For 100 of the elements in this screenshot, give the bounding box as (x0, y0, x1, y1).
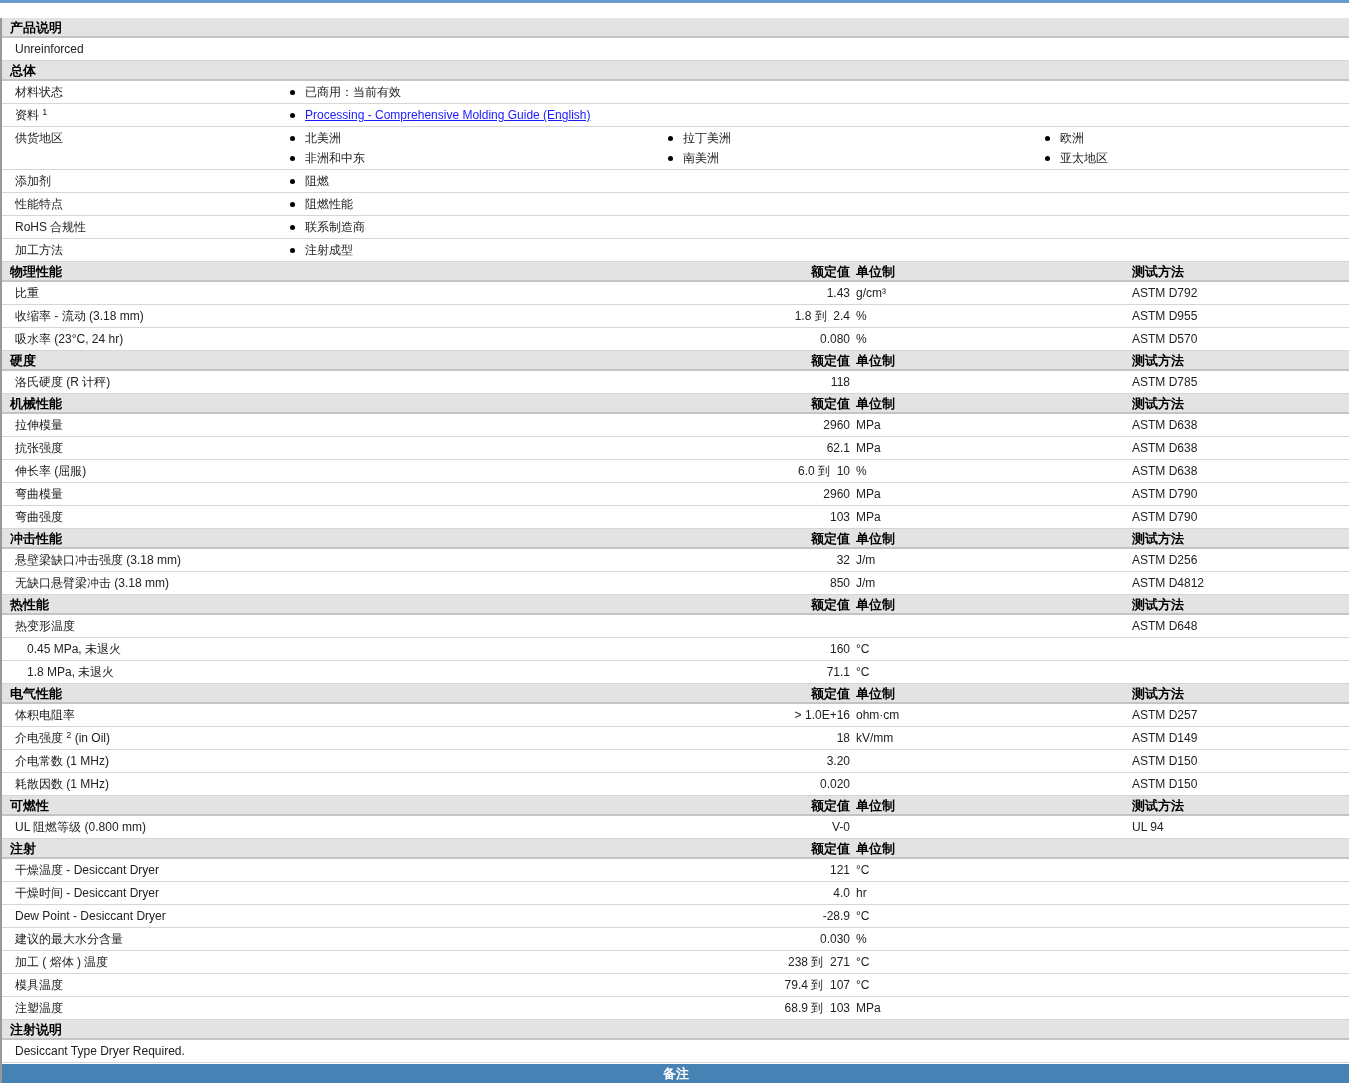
column-header: 测试方法 (1132, 264, 1184, 279)
unit-text: °C (856, 909, 870, 923)
property-label: 弯曲模量 (15, 487, 63, 501)
list-item-text: 阻燃性能 (305, 196, 353, 212)
property-label: 添加剂 (15, 174, 51, 188)
property-value: 118 (830, 375, 850, 389)
bullet-icon (290, 224, 295, 230)
column-header: 测试方法 (1132, 798, 1184, 813)
property-label: 吸水率 (23°C, 24 hr) (15, 332, 124, 346)
document-link[interactable]: Processing - Comprehensive Molding Guide (English) (305, 107, 591, 123)
list-item-text: 非洲和中东 (305, 150, 365, 166)
section-title: 机械性能 (8, 395, 63, 413)
bullet-icon (290, 155, 295, 161)
property-label: 拉伸模量 (15, 418, 63, 432)
list-item-text: 注射成型 (305, 242, 353, 258)
section-title: 热性能 (9, 596, 50, 614)
list-item-text: 联系制造商 (305, 219, 365, 235)
bullet-icon (290, 178, 295, 184)
section-title: 硬度 (9, 352, 37, 370)
test-method: ASTM D792 (1132, 286, 1198, 300)
column-header: 测试方法 (1132, 396, 1184, 411)
unit-text: °C (856, 642, 870, 656)
property-label: RoHS 合规性 (15, 220, 87, 234)
unit-text: ohm·cm (856, 708, 900, 722)
list-item-text: 亚太地区 (1060, 150, 1108, 166)
column-header: 额定值 (811, 531, 850, 546)
bullet-icon (1045, 155, 1050, 161)
property-value: 0.030 (819, 932, 850, 946)
unit-text: °C (856, 863, 870, 877)
unit-text: °C (856, 665, 870, 679)
list-item-text: 欧洲 (1060, 130, 1084, 146)
column-header: 测试方法 (1132, 531, 1184, 546)
section-title: 产品说明 (9, 19, 63, 37)
list-item-text: 南美洲 (683, 150, 719, 166)
section-title: 总体 (8, 62, 37, 80)
column-header: 额定值 (811, 841, 850, 856)
property-label: 注塑温度 (15, 1001, 63, 1015)
property-value: -28.9 (822, 909, 850, 923)
column-header: 额定值 (811, 686, 850, 701)
bullet-icon (668, 155, 673, 161)
property-value: 68.9 到 103 (784, 1001, 850, 1015)
property-value: 4.0 (833, 886, 850, 900)
test-method: ASTM D257 (1132, 708, 1198, 722)
property-value: 160 (829, 642, 850, 656)
section-title: 可燃性 (9, 797, 50, 815)
list-item-text: 阻燃 (305, 173, 329, 189)
property-value: 62.1 (826, 441, 850, 455)
column-header: 测试方法 (1132, 686, 1184, 701)
bullet-icon (290, 201, 295, 207)
property-label: 伸长率 (屈服) (15, 464, 87, 478)
property-value: 71.1 (826, 665, 850, 679)
unit-text: °C (856, 955, 870, 969)
column-header: 额定值 (811, 396, 850, 411)
property-value: 79.4 到 107 (784, 978, 850, 992)
unit-text: % (856, 309, 867, 323)
notes-title: 备注 (662, 1064, 689, 1083)
property-label: 体积电阻率 (15, 708, 75, 722)
property-label: 悬壁梁缺口冲击强度 (3.18 mm) (15, 553, 181, 567)
property-value: > 1.0E+16 (794, 708, 850, 722)
property-label: 收缩率 - 流动 (3.18 mm) (15, 309, 144, 323)
property-value: 1.43 (826, 286, 850, 300)
property-label: 建议的最大水分含量 (15, 932, 123, 946)
property-label: 介电常数 (1 MHz) (15, 754, 109, 768)
property-label: 无缺口悬臂梁冲击 (3.18 mm) (15, 576, 169, 590)
test-method: ASTM D790 (1132, 510, 1198, 524)
column-header: 额定值 (811, 597, 850, 612)
column-header: 单位制 (856, 264, 895, 279)
test-method: UL 94 (1132, 820, 1164, 834)
property-value: 6.0 到 10 (797, 464, 850, 478)
column-header: 测试方法 (1132, 353, 1184, 368)
column-header: 单位制 (856, 353, 895, 368)
bullet-icon (290, 89, 295, 95)
section-title: 物理性能 (9, 263, 63, 281)
property-label: 加工 ( 熔体 ) 温度 (15, 955, 109, 969)
property-label: 材料状态 (15, 85, 63, 99)
property-label: 0.45 MPa, 未退火 (27, 642, 122, 656)
section-title: 冲击性能 (9, 530, 63, 548)
property-value: 121 (829, 863, 850, 877)
property-label: Dew Point - Desiccant Dryer (15, 909, 166, 923)
test-method: ASTM D790 (1132, 487, 1198, 501)
column-header: 单位制 (856, 686, 895, 701)
test-method: ASTM D150 (1132, 777, 1198, 791)
property-value: 2960 (823, 418, 850, 432)
unit-text: MPa (856, 510, 881, 524)
property-label: 模具温度 (15, 978, 63, 992)
test-method: ASTM D785 (1132, 375, 1198, 389)
column-header: 额定值 (811, 798, 850, 813)
section-title: 注射说明 (9, 1021, 63, 1039)
property-label: 耗散因数 (1 MHz) (15, 777, 109, 791)
property-label: 干燥时间 - Desiccant Dryer (15, 886, 160, 900)
property-label: 干燥温度 - Desiccant Dryer (15, 863, 160, 877)
description-text: Unreinforced (15, 41, 84, 58)
property-value: 238 到 271 (787, 955, 850, 969)
list-item-text: 已商用：当前有效 (305, 84, 401, 100)
column-header: 单位制 (856, 597, 895, 612)
bullet-icon (290, 112, 295, 118)
test-method: ASTM D955 (1132, 309, 1198, 323)
property-label: 性能特点 (15, 197, 63, 211)
unit-text: kV/mm (856, 731, 894, 745)
property-label: 热变形温度 (15, 619, 75, 633)
